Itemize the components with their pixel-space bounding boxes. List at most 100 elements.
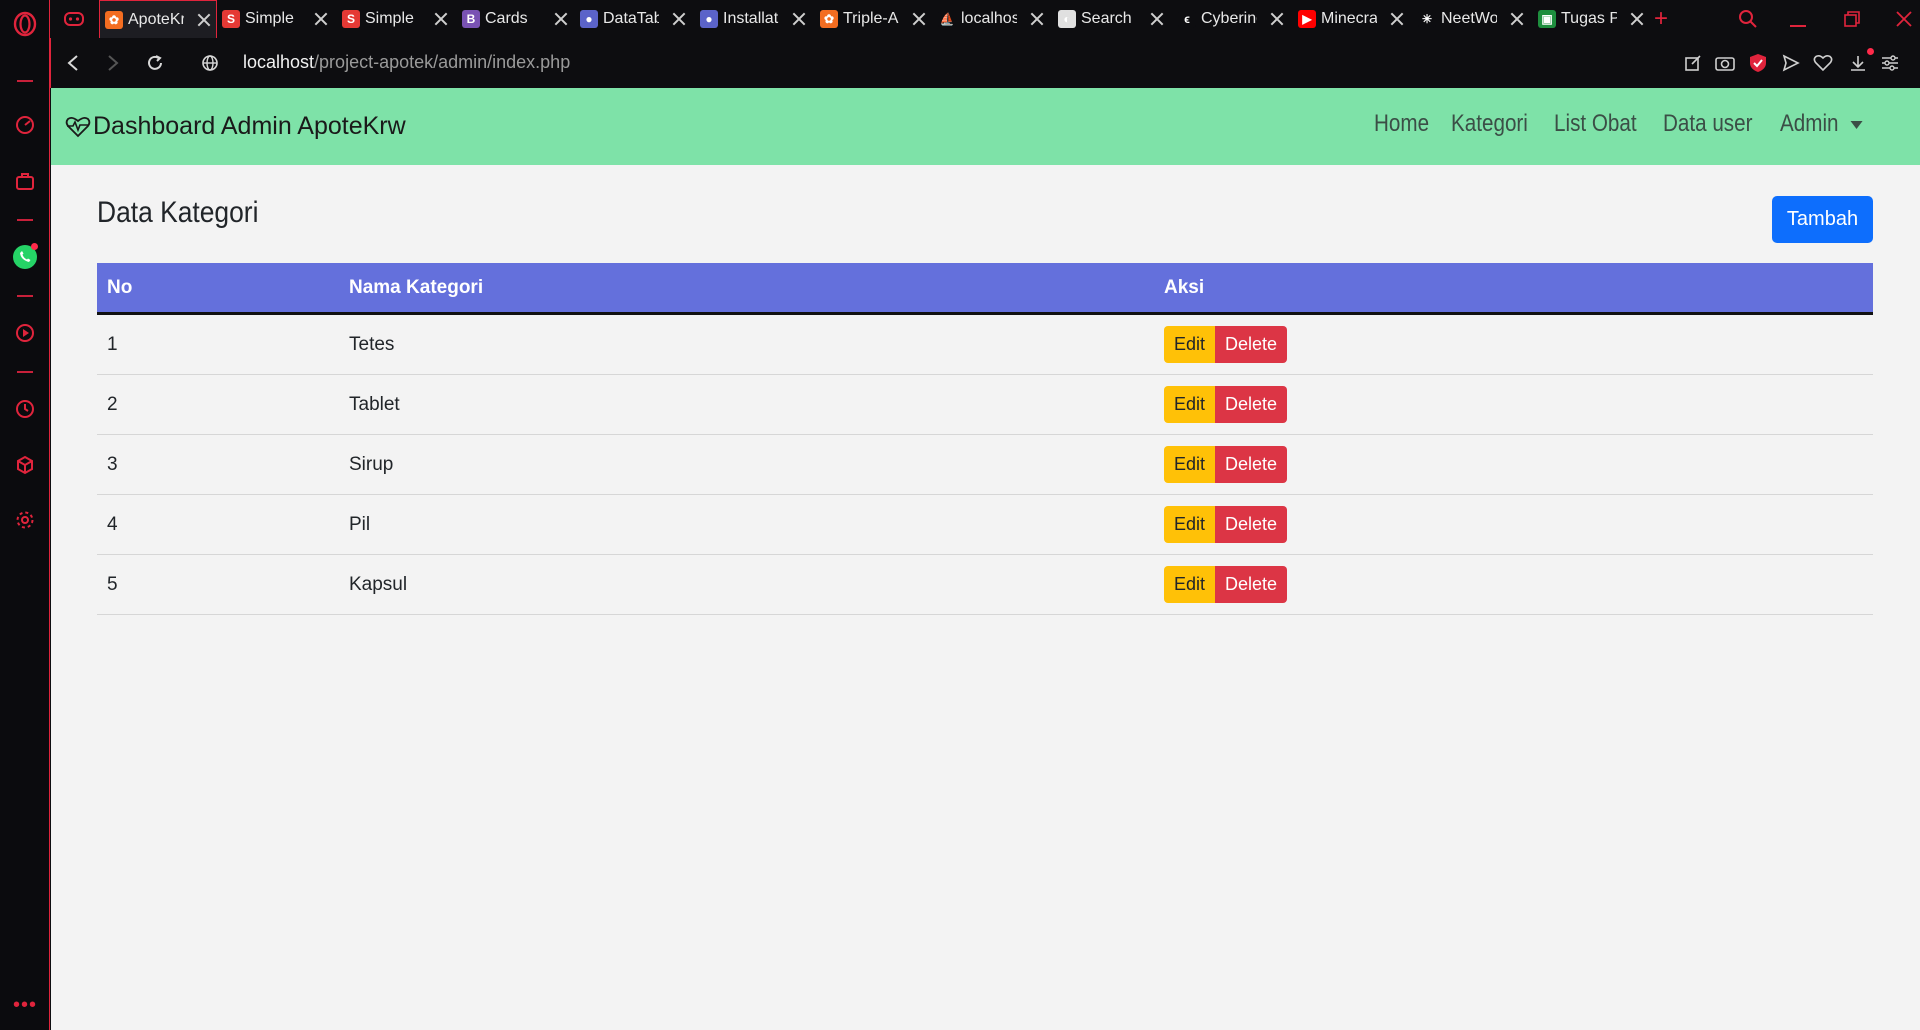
browser-tab[interactable]: ⛵ localhost xyxy=(933,0,1051,38)
settings-gear-icon[interactable] xyxy=(0,500,50,540)
edit-button[interactable]: Edit xyxy=(1164,326,1215,363)
favorites-heart-icon[interactable] xyxy=(1811,51,1835,75)
navbar-brand[interactable]: Dashboard Admin ApoteKrw xyxy=(65,112,406,141)
cell-no: 3 xyxy=(107,453,118,475)
adblock-shield-icon[interactable] xyxy=(1746,51,1770,75)
downloads-icon[interactable] xyxy=(1846,51,1870,75)
kategori-table: No Nama Kategori Aksi 1 Tetes Edit Delet… xyxy=(97,263,1873,615)
tab-close-icon[interactable] xyxy=(1509,11,1525,27)
delete-button[interactable]: Delete xyxy=(1215,446,1287,483)
shopping-icon[interactable] xyxy=(0,161,50,201)
browser-tab[interactable]: B Cards xyxy=(457,0,575,38)
back-icon[interactable] xyxy=(61,51,85,75)
tab-close-icon[interactable] xyxy=(1389,11,1405,27)
header-no: No xyxy=(107,276,133,298)
easy-setup-icon[interactable] xyxy=(1878,51,1902,75)
browser-tab[interactable]: ✿ Triple-A xyxy=(815,0,933,38)
cell-no: 1 xyxy=(107,333,118,355)
tab-close-icon[interactable] xyxy=(791,11,807,27)
browser-tab[interactable]: ϵ Cybering xyxy=(1173,0,1291,38)
whatsapp-icon[interactable] xyxy=(0,237,50,277)
reload-icon[interactable] xyxy=(143,51,167,75)
player-icon[interactable] xyxy=(0,313,50,353)
tab-close-icon[interactable] xyxy=(553,11,569,27)
sidebar-divider xyxy=(17,371,33,373)
table-row: 2 Tablet Edit Delete xyxy=(97,375,1873,435)
nav-admin-dropdown[interactable]: Admin xyxy=(1780,110,1863,138)
datatables-icon: ● xyxy=(580,10,598,28)
tab-close-icon[interactable] xyxy=(1029,11,1045,27)
browser-tab[interactable]: S Simple xyxy=(217,0,335,38)
send-icon[interactable] xyxy=(1779,51,1803,75)
admin-label: Admin xyxy=(1779,110,1839,137)
cell-nama: Sirup xyxy=(349,453,394,475)
tambah-button[interactable]: Tambah xyxy=(1772,196,1873,243)
download-badge-dot xyxy=(1867,48,1874,55)
browser-tab[interactable]: ◐ Search xyxy=(1053,0,1171,38)
gx-icon[interactable] xyxy=(64,0,90,38)
tab-close-icon[interactable] xyxy=(196,12,212,28)
browser-tab[interactable]: ● Installation xyxy=(695,0,813,38)
tab-close-icon[interactable] xyxy=(1149,11,1165,27)
tab-close-icon[interactable] xyxy=(911,11,927,27)
browser-tab[interactable]: ▣ Tugas P xyxy=(1533,0,1651,38)
edit-button[interactable]: Edit xyxy=(1164,566,1215,603)
cell-nama: Tetes xyxy=(349,333,395,355)
extensions-icon[interactable] xyxy=(0,445,50,485)
table-row: 3 Sirup Edit Delete xyxy=(97,435,1873,495)
edit-page-icon[interactable] xyxy=(1681,51,1705,75)
page-title: Data Kategori xyxy=(97,196,259,229)
tab-title: NeetWork xyxy=(1441,10,1497,27)
browser-tab[interactable]: ✳ NeetWork xyxy=(1413,0,1531,38)
url-field[interactable]: localhost/project-apotek/admin/index.php xyxy=(243,52,570,73)
tab-title: Cybering xyxy=(1201,10,1257,27)
header-aksi: Aksi xyxy=(1164,276,1205,298)
browser-tab[interactable]: ✿ ApoteKrw xyxy=(99,0,217,38)
history-icon[interactable] xyxy=(0,389,50,429)
nav-home-link[interactable]: Home xyxy=(1374,110,1429,138)
forward-icon[interactable] xyxy=(101,51,125,75)
nav-data-user-link[interactable]: Data user xyxy=(1663,110,1752,138)
edit-button[interactable]: Edit xyxy=(1164,446,1215,483)
delete-button[interactable]: Delete xyxy=(1215,326,1287,363)
close-window-icon[interactable] xyxy=(1896,0,1912,38)
tab-close-icon[interactable] xyxy=(671,11,687,27)
browser-tab[interactable]: S Simple xyxy=(337,0,455,38)
sidebar-divider xyxy=(17,80,33,82)
speed-dial-icon[interactable] xyxy=(0,105,50,145)
edit-button[interactable]: Edit xyxy=(1164,506,1215,543)
youtube-icon: ▶ xyxy=(1298,10,1316,28)
table-row: 5 Kapsul Edit Delete xyxy=(97,555,1873,615)
tab-close-icon[interactable] xyxy=(1629,11,1645,27)
tab-close-icon[interactable] xyxy=(1269,11,1285,27)
tab-strip: ✿ ApoteKrw S Simple S Simple B Cards ● DataTables… xyxy=(50,0,1920,38)
tab-close-icon[interactable] xyxy=(313,11,329,27)
more-icon[interactable]: ••• xyxy=(0,985,50,1025)
tab-close-icon[interactable] xyxy=(433,11,449,27)
sidebar-divider xyxy=(17,219,33,221)
snapshot-camera-icon[interactable] xyxy=(1713,51,1737,75)
nav-kategori-link[interactable]: Kategori xyxy=(1451,110,1528,138)
delete-button[interactable]: Delete xyxy=(1215,386,1287,423)
opera-logo-icon[interactable] xyxy=(0,4,50,44)
cell-aksi: Edit Delete xyxy=(1154,566,1287,603)
site-info-globe-icon[interactable] xyxy=(198,51,222,75)
tab-title: Search xyxy=(1081,10,1132,27)
restore-icon[interactable] xyxy=(1844,0,1860,38)
edit-button[interactable]: Edit xyxy=(1164,386,1215,423)
classroom-icon: ▣ xyxy=(1538,10,1556,28)
tab-title: localhost xyxy=(961,10,1017,27)
address-bar: localhost/project-apotek/admin/index.php xyxy=(50,38,1920,88)
nav-list-obat-link[interactable]: List Obat xyxy=(1554,110,1637,138)
delete-button[interactable]: Delete xyxy=(1215,506,1287,543)
browser-tab[interactable]: ● DataTables xyxy=(575,0,693,38)
table-row: 4 Pil Edit Delete xyxy=(97,495,1873,555)
new-tab-icon[interactable]: + xyxy=(1654,0,1668,38)
browser-tab[interactable]: ▶ Minecraft xyxy=(1293,0,1411,38)
minimize-icon[interactable] xyxy=(1790,0,1806,38)
tab-title: Minecraft xyxy=(1321,10,1377,27)
delete-button[interactable]: Delete xyxy=(1215,566,1287,603)
cell-aksi: Edit Delete xyxy=(1154,326,1287,363)
header-nama-kategori: Nama Kategori xyxy=(349,276,484,298)
search-tabs-icon[interactable] xyxy=(1738,0,1758,38)
